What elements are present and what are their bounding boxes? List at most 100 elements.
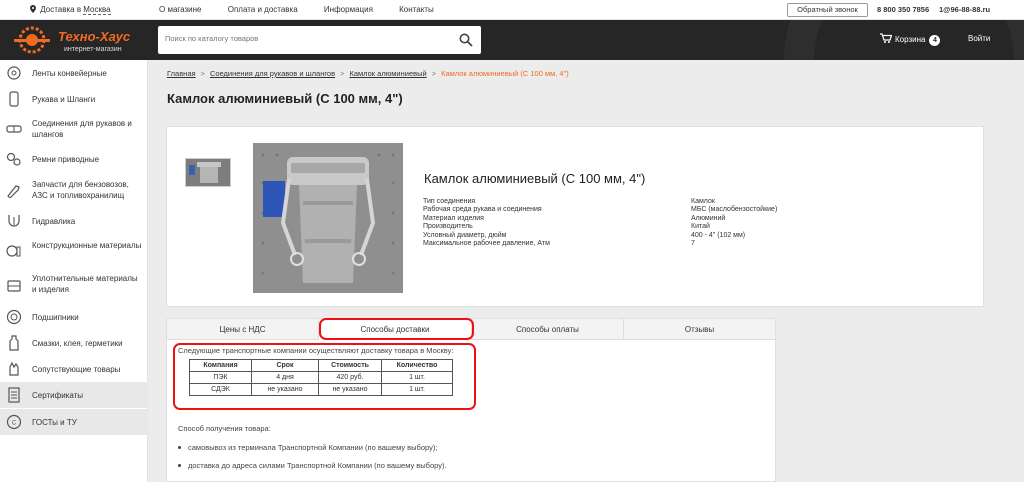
- list-item: доставка до адреса силами Транспортной К…: [178, 461, 447, 470]
- tab-reviews[interactable]: Отзывы: [624, 319, 775, 340]
- product-card: Камлок алюминиевый (С 100 мм, 4") Тип со…: [166, 126, 984, 307]
- svg-text:C: C: [12, 421, 17, 427]
- phone-number[interactable]: 8 800 350 7856: [877, 5, 929, 14]
- list-item: самовывоз из терминала Транспортной Комп…: [178, 443, 437, 452]
- conveyor-belt-icon: [7, 66, 21, 80]
- login-link[interactable]: Войти: [968, 34, 990, 43]
- page-title: Камлок алюминиевый (С 100 мм, 4"): [167, 91, 403, 106]
- spec-value: Алюминий: [691, 214, 726, 222]
- search-icon[interactable]: [459, 33, 473, 47]
- product-photo[interactable]: [253, 143, 403, 293]
- sidebar-item-fuel-parts[interactable]: Запчасти для бензовозов, АЗС и топливохр…: [0, 172, 148, 208]
- spec-row: Максимальное рабочее давление, Атм 7: [423, 240, 963, 248]
- list-item-text: доставка до адреса силами Транспортной К…: [188, 461, 447, 470]
- bearing-icon: [6, 309, 22, 325]
- city-name[interactable]: Москва: [83, 5, 111, 15]
- sidebar-item-label: Гидравлика: [32, 217, 76, 226]
- top-bar: Доставка в Москва О магазине Оплата и до…: [0, 0, 1024, 20]
- email-link[interactable]: 1@96-88-88.ru: [939, 5, 990, 14]
- sidebar-item-label: Запчасти для бензовозов, АЗС и топливохр…: [32, 180, 129, 200]
- sidebar-item-seals[interactable]: Уплотнительные материалы и изделия: [0, 268, 148, 304]
- location-pin-icon: [30, 5, 36, 13]
- cart-count-badge: 4: [929, 35, 941, 46]
- breadcrumb-link-camlock[interactable]: Камлок алюминиевый: [349, 69, 426, 78]
- nav-link-contacts[interactable]: Контакты: [399, 5, 434, 14]
- sidebar-item-label: Соединения для рукавов и шлангов: [32, 119, 132, 139]
- breadcrumb-separator: >: [431, 69, 437, 78]
- hand-icon: [9, 361, 19, 376]
- sidebar-item-gost[interactable]: C ГОСТы и ТУ: [0, 409, 148, 435]
- materials-icon: [6, 245, 21, 257]
- sidebar-item-hydraulics[interactable]: Гидравлика: [0, 208, 148, 234]
- cart-label: Корзина: [895, 35, 926, 44]
- nav-link-about[interactable]: О магазине: [159, 5, 202, 14]
- bullet-icon: [178, 446, 181, 449]
- site-header: Техно-Хаус интернет-магазин Корзина4 Вой…: [0, 20, 1024, 60]
- lubricant-icon: [9, 335, 19, 351]
- hydraulics-icon: [8, 215, 20, 227]
- spec-value: 400 - 4" (102 мм): [691, 231, 746, 239]
- spec-value: Китай: [691, 223, 710, 231]
- spec-key: Производитель: [423, 223, 473, 231]
- sidebar-item-label: Сопутствующие товары: [32, 365, 121, 374]
- list-item-text: самовывоз из терминала Транспортной Комп…: [188, 443, 438, 452]
- site-logo[interactable]: Техно-Хаус интернет-магазин: [8, 24, 158, 56]
- saw-blade-logo-icon: [14, 26, 50, 54]
- sidebar-item-certificates[interactable]: Сертификаты: [0, 382, 148, 408]
- camlock-photo-image: [253, 143, 403, 293]
- spec-key: Рабочая среда рукава и соединения: [423, 206, 542, 214]
- logo-subtitle: интернет-магазин: [64, 46, 122, 53]
- sidebar-item-label: Рукава и Шланги: [32, 95, 96, 104]
- camlock-thumbnail-image: [186, 159, 230, 186]
- sidebar-item-lubricants[interactable]: Смазки, клея, герметики: [0, 330, 148, 356]
- product-tabs-panel: Цены с НДС Способы доставки Способы опла…: [166, 318, 776, 482]
- sidebar-item-accessories[interactable]: Сопутствующие товары: [0, 356, 148, 382]
- sidebar-item-drive-belts[interactable]: Ремни приводные: [0, 146, 148, 172]
- gost-icon: C: [6, 414, 22, 430]
- sidebar-item-label: ГОСТы и ТУ: [32, 418, 77, 427]
- spec-row: Рабочая среда рукава и соединения МБС (ма…: [423, 206, 963, 214]
- fuel-nozzle-icon: [7, 185, 20, 198]
- sidebar-item-label: Сертификаты: [32, 391, 84, 400]
- category-sidebar: Ленты конвейерные Рукава и Шланги Соедин…: [0, 60, 148, 482]
- cart-icon: [880, 33, 893, 43]
- spec-row: Производитель Китай: [423, 223, 963, 231]
- search-box: [158, 26, 481, 54]
- tab-prices[interactable]: Цены с НДС: [167, 319, 319, 340]
- tab-payment[interactable]: Способы оплаты: [472, 319, 624, 340]
- certificate-icon: [8, 387, 20, 403]
- sidebar-item-label: Смазки, клея, герметики: [32, 339, 123, 348]
- breadcrumb-link-couplings[interactable]: Соединения для рукавов и шлангов: [210, 69, 335, 78]
- spec-key: Условный диаметр, дюйм: [423, 231, 507, 239]
- breadcrumb-separator: >: [340, 69, 345, 78]
- product-thumbnail[interactable]: [185, 158, 231, 187]
- shipping-highlight-annotation: [173, 343, 476, 410]
- sidebar-item-bearings[interactable]: Подшипники: [0, 304, 148, 330]
- callback-button[interactable]: Обратный звонок: [787, 3, 868, 17]
- sidebar-item-hoses[interactable]: Рукава и Шланги: [0, 86, 148, 112]
- breadcrumb-current: Камлок алюминиевый (С 100 мм, 4"): [441, 69, 569, 78]
- logo-name: Техно-Хаус: [58, 29, 131, 44]
- sidebar-item-label: Уплотнительные материалы и изделия: [32, 274, 138, 294]
- tab-highlight-annotation: [319, 318, 474, 340]
- spec-row: Условный диаметр, дюйм 400 - 4" (102 мм): [423, 232, 963, 240]
- spec-key: Материал изделия: [423, 214, 484, 222]
- breadcrumb-separator: >: [200, 69, 205, 78]
- coupling-icon: [6, 125, 22, 133]
- breadcrumb-link-home[interactable]: Главная: [167, 69, 196, 78]
- spec-value: 7: [691, 239, 695, 247]
- nav-link-info[interactable]: Информация: [324, 5, 373, 14]
- product-title: Камлок алюминиевый (С 100 мм, 4"): [424, 171, 646, 186]
- product-specs: Тип соединения Камлок Рабочая среда рукав…: [423, 198, 963, 248]
- nav-link-payment-delivery[interactable]: Оплата и доставка: [228, 5, 298, 14]
- hose-icon: [9, 91, 19, 107]
- search-input[interactable]: [165, 34, 445, 43]
- cart-button[interactable]: Корзина 4: [880, 33, 941, 46]
- sidebar-item-conveyor-belts[interactable]: Ленты конвейерные: [0, 60, 148, 86]
- city-selector[interactable]: Доставка в Москва: [30, 5, 111, 15]
- breadcrumb: Главная > Соединения для рукавов и шлангов…: [167, 69, 569, 78]
- receive-method-title: Способ получения товара:: [178, 424, 271, 433]
- sidebar-item-construction-materials[interactable]: Конструкционные материалы: [0, 234, 148, 268]
- city-prefix: Доставка в: [40, 5, 82, 14]
- sidebar-item-couplings[interactable]: Соединения для рукавов и шлангов: [0, 112, 148, 146]
